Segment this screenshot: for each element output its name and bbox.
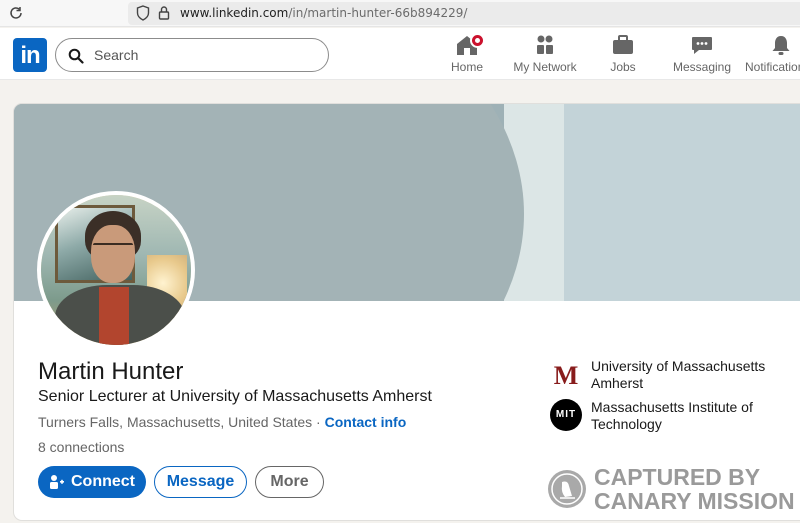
- nav-notifications[interactable]: Notifications: [745, 34, 800, 78]
- nav-label: Jobs: [610, 60, 636, 74]
- cover-shape: [556, 104, 800, 301]
- search-box[interactable]: [55, 38, 329, 72]
- nav-my-network[interactable]: My Network: [511, 34, 579, 78]
- add-person-icon: [50, 475, 64, 489]
- nav-label: Notifications: [745, 60, 800, 74]
- profile-card: Martin Hunter Senior Lecturer at Univers…: [14, 104, 800, 520]
- photo-face: [91, 225, 135, 283]
- search-icon: [68, 48, 84, 64]
- profile-location: Turners Falls, Massachusetts, United Sta…: [38, 414, 406, 430]
- mit-logo: MIT: [550, 399, 582, 431]
- watermark-line-1: CAPTURED BY: [594, 464, 761, 490]
- search-input[interactable]: [94, 46, 314, 64]
- notification-badge: [470, 33, 485, 48]
- nav-label: Messaging: [672, 60, 732, 74]
- nav-messaging[interactable]: Messaging: [672, 34, 732, 78]
- linkedin-logo[interactable]: in: [13, 38, 47, 72]
- watermark-text: CAPTURED BY CANARY MISSION: [594, 465, 795, 513]
- connect-label: Connect: [71, 473, 135, 490]
- nav-label: Home: [450, 60, 483, 74]
- bird-seal-icon: [548, 470, 586, 508]
- location-text: Turners Falls, Massachusetts, United Sta…: [38, 414, 313, 430]
- bell-icon: [772, 36, 790, 55]
- reload-icon[interactable]: [8, 5, 24, 21]
- watermark-line-2: CANARY MISSION: [594, 488, 795, 514]
- browser-toolbar: www.linkedin.com/in/martin-hunter-66b894…: [0, 0, 800, 27]
- profile-name: Martin Hunter: [38, 358, 184, 385]
- url-path: /in/martin-hunter-66b894229/: [288, 6, 468, 20]
- umass-logo: M: [553, 361, 579, 390]
- photo-shirt: [99, 287, 129, 345]
- top-nav: in Home My Network Jobs Messaging: [0, 28, 800, 80]
- profile-photo[interactable]: [37, 191, 195, 349]
- url-text[interactable]: www.linkedin.com/in/martin-hunter-66b894…: [180, 6, 467, 20]
- lock-icon[interactable]: [158, 5, 170, 21]
- briefcase-icon: [613, 35, 633, 54]
- nav-home[interactable]: Home: [446, 33, 488, 78]
- profile-headline: Senior Lecturer at University of Massach…: [38, 388, 432, 405]
- connect-button[interactable]: Connect: [38, 466, 146, 498]
- canary-mission-watermark: CAPTURED BY CANARY MISSION: [548, 463, 800, 515]
- connections-count: 8 connections: [38, 439, 125, 455]
- network-icon: [537, 35, 553, 54]
- url-host: www.linkedin.com: [180, 6, 289, 20]
- nav-jobs[interactable]: Jobs: [604, 34, 642, 78]
- contact-info-link[interactable]: Contact info: [325, 414, 407, 430]
- org-name: University of Massachusetts Amherst: [591, 358, 766, 391]
- shield-icon[interactable]: [136, 5, 150, 21]
- photo-glasses: [93, 243, 133, 253]
- separator: ·: [312, 414, 325, 430]
- org-name: Massachusetts Institute of Technology: [591, 399, 753, 432]
- nav-label: My Network: [513, 60, 577, 74]
- message-icon: [692, 37, 712, 54]
- more-button[interactable]: More: [255, 466, 324, 498]
- message-button[interactable]: Message: [154, 466, 247, 498]
